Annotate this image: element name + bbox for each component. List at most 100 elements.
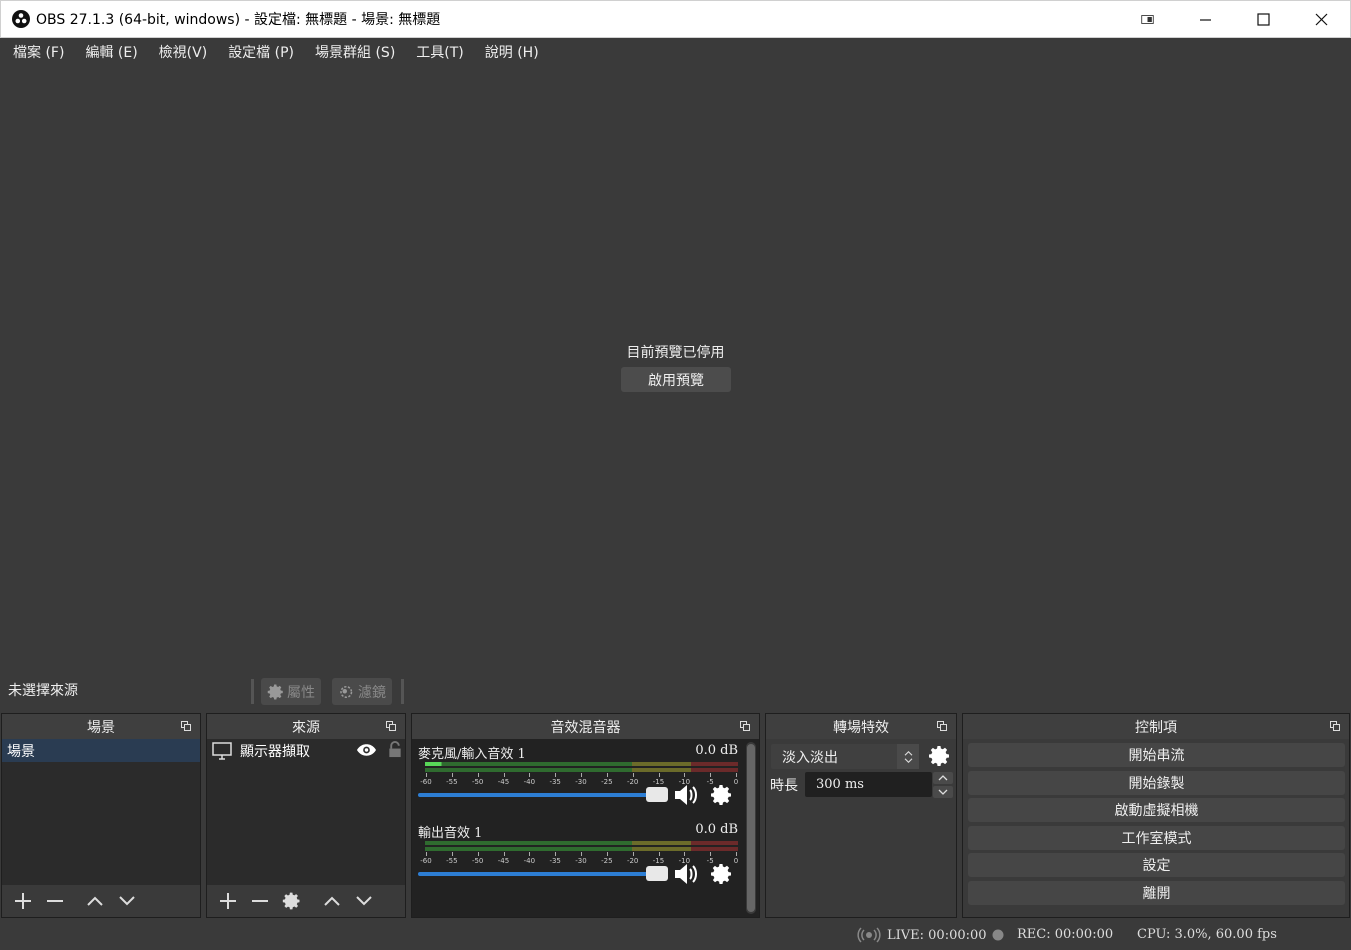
meter-tick-label: -40 xyxy=(523,778,536,786)
status-bar: LIVE: 00:00:00 REC: 00:00:00 CPU: 3.0%, … xyxy=(0,918,1351,950)
menu-edit[interactable]: 編輯 (E) xyxy=(77,42,145,62)
gear-icon[interactable] xyxy=(928,744,952,768)
remove-source-button[interactable] xyxy=(244,886,276,916)
meter-tick-mark xyxy=(503,852,505,856)
gear-icon[interactable] xyxy=(710,783,734,807)
meter-tick-label: -55 xyxy=(446,778,458,786)
start-virtual-camera-button[interactable]: 啟動虛擬相機 xyxy=(968,798,1345,822)
source-properties-button[interactable] xyxy=(276,886,308,916)
move-scene-up-button[interactable] xyxy=(79,886,111,916)
duration-decrement-button[interactable] xyxy=(933,786,953,798)
enable-preview-button[interactable]: 啟用預覽 xyxy=(621,367,731,392)
source-item[interactable]: 顯示器擷取 xyxy=(207,739,405,762)
meter-tick-label: -40 xyxy=(523,857,536,865)
volume-slider[interactable] xyxy=(418,787,668,802)
menu-help[interactable]: 說明 (H) xyxy=(477,42,547,62)
monitor-icon xyxy=(212,741,232,760)
volume-slider[interactable] xyxy=(418,866,668,881)
meter-tick-label: -60 xyxy=(420,857,432,865)
menu-file[interactable]: 檔案 (F) xyxy=(5,42,72,62)
start-recording-button[interactable]: 開始錄製 xyxy=(968,771,1345,795)
gear-icon[interactable] xyxy=(710,862,734,886)
meter-tick-label: -45 xyxy=(497,857,510,865)
meter-tick-label: -20 xyxy=(626,857,639,865)
audio-mixer-dock: 音效混音器 麥克風/輸入音效 1 0.0 dB -60 -55 -50 -45 -40 -… xyxy=(411,713,760,918)
duration-input[interactable]: 300 ms xyxy=(805,772,932,797)
cpu-status: CPU: 3.0%, 60.00 fps xyxy=(1137,927,1277,942)
meter-tick-label: -20 xyxy=(626,778,639,786)
transition-selected: 淡入淡出 xyxy=(782,749,838,766)
menu-profile[interactable]: 設定檔 (P) xyxy=(220,42,302,62)
mixer-track: 麥克風/輸入音效 1 0.0 dB -60 -55 -50 -45 -40 -35 -30 -… xyxy=(418,743,738,815)
move-source-down-button[interactable] xyxy=(348,886,380,916)
minimize-button[interactable] xyxy=(1176,1,1234,38)
scenes-list: 場景 xyxy=(2,739,200,917)
meter-tick-mark xyxy=(451,773,453,777)
exit-button[interactable]: 離開 xyxy=(968,881,1345,905)
volume-meter xyxy=(425,768,738,772)
studio-mode-button[interactable]: 工作室模式 xyxy=(968,826,1345,850)
eye-icon[interactable] xyxy=(356,743,377,757)
context-separator xyxy=(401,679,404,704)
meter-tick-mark xyxy=(477,852,479,856)
volume-slider-handle[interactable] xyxy=(646,787,668,802)
volume-slider-handle[interactable] xyxy=(646,866,668,881)
duration-increment-button[interactable] xyxy=(933,772,953,784)
meter-tick-mark xyxy=(503,773,505,777)
move-source-up-button[interactable] xyxy=(316,886,348,916)
meter-tick-mark xyxy=(606,852,608,856)
track-db: 0.0 dB xyxy=(695,743,738,758)
meter-tick-mark xyxy=(426,773,427,777)
duration-label: 時長 xyxy=(770,778,798,794)
audio-mixer-dock-header: 音效混音器 xyxy=(412,714,759,739)
float-dock-icon[interactable] xyxy=(937,721,947,731)
snap-layout-icon[interactable] xyxy=(1118,1,1176,38)
menu-view[interactable]: 檢視(V) xyxy=(151,42,216,62)
add-source-button[interactable] xyxy=(212,886,244,916)
transition-select[interactable]: 淡入淡出 xyxy=(771,744,919,769)
meter-tick-mark xyxy=(606,773,608,777)
float-dock-icon[interactable] xyxy=(386,721,396,731)
speaker-icon[interactable] xyxy=(672,860,700,888)
meter-tick-mark xyxy=(632,773,634,777)
float-dock-icon[interactable] xyxy=(740,721,750,731)
record-dot-icon xyxy=(992,929,1004,940)
minus-icon xyxy=(252,900,268,902)
preview-disabled-message: 目前預覽已停用 xyxy=(626,345,725,361)
maximize-button[interactable] xyxy=(1234,1,1292,38)
remove-scene-button[interactable] xyxy=(39,886,71,916)
window-title: OBS 27.1.3 (64-bit, windows) - 設定檔: 無標題 … xyxy=(36,12,441,28)
mixer-scrollbar[interactable] xyxy=(746,742,756,914)
mixer-scrollbar-thumb[interactable] xyxy=(747,744,755,912)
controls-title: 控制項 xyxy=(1135,719,1177,736)
lock-icon[interactable] xyxy=(388,741,402,758)
meter-tick-label: -30 xyxy=(575,778,587,786)
volume-meter xyxy=(425,841,738,845)
meter-tick-mark xyxy=(529,852,531,856)
float-dock-icon[interactable] xyxy=(1330,721,1340,731)
filters-button[interactable]: 濾鏡 xyxy=(332,678,392,705)
chevron-down-icon xyxy=(119,896,135,906)
meter-tick-mark xyxy=(710,852,712,856)
meter-tick-label: -50 xyxy=(471,778,484,786)
properties-button[interactable]: 屬性 xyxy=(261,678,321,705)
menu-scene-collection[interactable]: 場景群組 (S) xyxy=(307,42,403,62)
scene-item[interactable]: 場景 xyxy=(2,739,200,762)
select-arrows-icon xyxy=(897,744,919,769)
start-streaming-button[interactable]: 開始串流 xyxy=(968,743,1345,767)
settings-button[interactable]: 設定 xyxy=(968,853,1345,877)
menu-tools[interactable]: 工具(T) xyxy=(408,42,471,62)
add-scene-button[interactable] xyxy=(7,886,39,916)
float-dock-icon[interactable] xyxy=(181,721,191,731)
speaker-icon[interactable] xyxy=(672,781,700,809)
track-name: 輸出音效 1 xyxy=(418,826,483,841)
move-scene-down-button[interactable] xyxy=(111,886,143,916)
meter-tick-mark xyxy=(555,852,557,856)
meter-tick-mark xyxy=(684,852,686,856)
rec-status: REC: 00:00:00 xyxy=(992,927,1113,942)
preview-area: 目前預覽已停用 啟用預覽 xyxy=(0,66,1351,676)
meter-tick-label: -25 xyxy=(601,778,613,786)
rec-time: REC: 00:00:00 xyxy=(1017,927,1114,942)
close-button[interactable] xyxy=(1292,1,1350,38)
gear-icon xyxy=(282,892,300,910)
